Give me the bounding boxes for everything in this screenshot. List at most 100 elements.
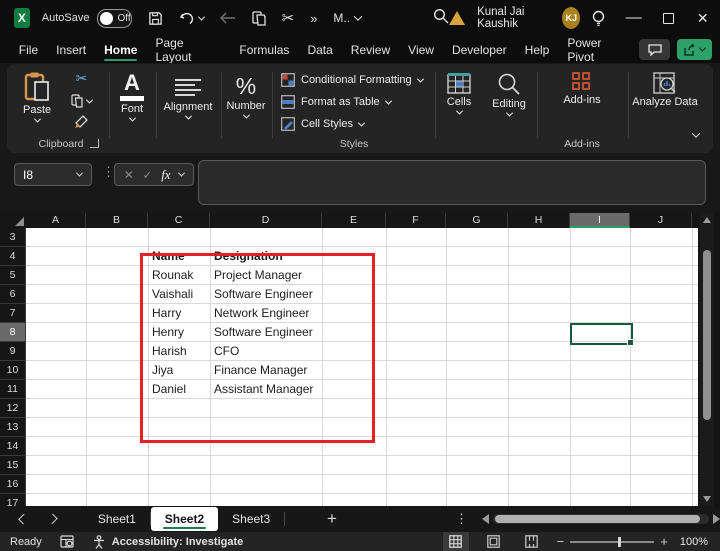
scroll-up-icon[interactable] [703, 217, 711, 223]
column-header-i-selected[interactable]: I [570, 213, 630, 228]
tab-review[interactable]: Review [342, 36, 399, 63]
accessibility-icon[interactable] [92, 535, 106, 549]
row-header-15[interactable]: 15 [0, 456, 26, 475]
row-header-11[interactable]: 11 [0, 380, 26, 399]
tab-developer[interactable]: Developer [443, 36, 516, 63]
sheet-nav-left-icon[interactable] [18, 514, 29, 525]
share-button[interactable] [677, 39, 712, 60]
scroll-left-icon[interactable] [482, 514, 489, 524]
row-header-10[interactable]: 10 [0, 361, 26, 380]
column-header-j[interactable]: J [630, 213, 692, 228]
more-commands-icon[interactable]: » [310, 12, 317, 25]
ideas-lightbulb-icon[interactable] [580, 0, 616, 36]
format-painter-icon[interactable] [74, 115, 89, 134]
row-header-17[interactable]: 17 [0, 494, 26, 506]
fill-handle[interactable] [627, 339, 634, 346]
column-header-d[interactable]: D [210, 213, 322, 228]
autosave-toggle[interactable]: Off [97, 9, 131, 28]
tab-view[interactable]: View [399, 36, 443, 63]
zoom-track[interactable] [570, 541, 654, 543]
new-sheet-button[interactable]: + [327, 509, 337, 529]
zoom-slider[interactable]: − + [557, 535, 668, 548]
addins-button[interactable]: Add-ins [538, 72, 626, 106]
sheet-nav-right-icon[interactable] [47, 514, 58, 525]
cell-area[interactable]: Name Designation Rounak Project Manager … [26, 228, 698, 506]
cut-icon[interactable]: ✂ [76, 70, 88, 87]
clipboard-dialog-launcher-icon[interactable] [90, 139, 99, 148]
copy-dropdown-icon[interactable] [86, 96, 93, 103]
conditional-formatting-button[interactable]: Conditional Formatting [281, 70, 423, 90]
toolbar-overflow-menu[interactable]: M.. [333, 11, 361, 25]
sheet-tab-sheet1[interactable]: Sheet1 [84, 506, 150, 532]
column-header-f[interactable]: F [386, 213, 446, 228]
zoom-out-icon[interactable]: − [557, 535, 565, 548]
warning-icon[interactable] [449, 11, 465, 25]
macro-record-icon[interactable] [60, 535, 74, 548]
cells-dropdown-button[interactable]: Cells [436, 72, 482, 115]
paste-button[interactable]: Paste [23, 72, 51, 123]
undo-icon[interactable] [179, 11, 204, 25]
copy-icon[interactable] [71, 94, 92, 108]
row-header-14[interactable]: 14 [0, 437, 26, 456]
copy-icon[interactable] [252, 11, 266, 26]
font-dropdown-button[interactable]: A Font [110, 73, 154, 122]
column-header-b[interactable]: B [86, 213, 148, 228]
maximize-button[interactable] [651, 0, 686, 36]
sheet-tab-sheet2-active[interactable]: Sheet2 [151, 507, 218, 531]
page-layout-view-button[interactable] [481, 532, 507, 551]
row-header-13[interactable]: 13 [0, 418, 26, 437]
horizontal-scroll-track[interactable] [493, 514, 709, 524]
tab-page-layout[interactable]: Page Layout [146, 36, 230, 63]
scroll-right-icon[interactable] [713, 514, 720, 524]
zoom-level[interactable]: 100% [680, 536, 708, 548]
minimize-button[interactable]: — [616, 0, 651, 36]
row-header-12[interactable]: 12 [0, 399, 26, 418]
row-header-9[interactable]: 9 [0, 342, 26, 361]
avatar[interactable]: KJ [562, 7, 580, 29]
save-icon[interactable] [148, 11, 163, 26]
tab-file[interactable]: File [10, 36, 47, 63]
name-box[interactable]: I8 [14, 163, 92, 186]
vertical-scrollbar[interactable] [700, 213, 714, 506]
row-header-4[interactable]: 4 [0, 247, 26, 266]
tab-formulas[interactable]: Formulas [230, 36, 298, 63]
paste-dropdown-icon[interactable] [34, 116, 41, 123]
formula-input[interactable] [198, 160, 706, 205]
horizontal-scrollbar[interactable] [482, 514, 720, 524]
row-header-5[interactable]: 5 [0, 266, 26, 285]
select-all-corner[interactable] [0, 213, 27, 229]
sheet-tab-sheet3[interactable]: Sheet3 [218, 506, 284, 532]
vertical-scroll-thumb[interactable] [703, 250, 711, 420]
row-header-16[interactable]: 16 [0, 475, 26, 494]
analyze-data-button[interactable]: Analyze Data [629, 72, 701, 110]
row-header-8-selected[interactable]: 8 [0, 323, 26, 342]
cut-icon[interactable]: ✂ [282, 11, 295, 26]
column-header-a[interactable]: A [26, 213, 86, 228]
comments-button[interactable] [639, 39, 670, 60]
zoom-handle[interactable] [618, 537, 621, 547]
tab-help[interactable]: Help [516, 36, 559, 63]
column-header-h[interactable]: H [508, 213, 570, 228]
zoom-in-icon[interactable]: + [660, 535, 668, 548]
alignment-dropdown-button[interactable]: Alignment [157, 76, 219, 120]
row-header-6[interactable]: 6 [0, 285, 26, 304]
accessibility-status[interactable]: Accessibility: Investigate [112, 536, 243, 548]
editing-dropdown-button[interactable]: Editing [484, 72, 534, 117]
close-button[interactable]: ✕ [685, 0, 720, 36]
cancel-icon[interactable]: ✕ [124, 168, 134, 182]
row-header-3[interactable]: 3 [0, 228, 26, 247]
cell-styles-button[interactable]: Cell Styles [281, 114, 423, 134]
normal-view-button[interactable] [443, 532, 469, 551]
insert-function-icon[interactable]: fx [161, 167, 170, 183]
page-break-preview-button[interactable] [519, 532, 545, 551]
enter-icon[interactable]: ✓ [142, 168, 152, 182]
column-header-g[interactable]: G [446, 213, 508, 228]
undo-dropdown-icon[interactable] [198, 13, 205, 20]
scroll-down-icon[interactable] [703, 496, 711, 502]
sheet-more-icon[interactable]: ⋮ [455, 511, 468, 527]
horizontal-scroll-thumb[interactable] [495, 515, 700, 523]
row-header-7[interactable]: 7 [0, 304, 26, 323]
number-dropdown-button[interactable]: % Number [222, 74, 270, 119]
column-header-e[interactable]: E [322, 213, 386, 228]
tab-insert[interactable]: Insert [47, 36, 95, 63]
